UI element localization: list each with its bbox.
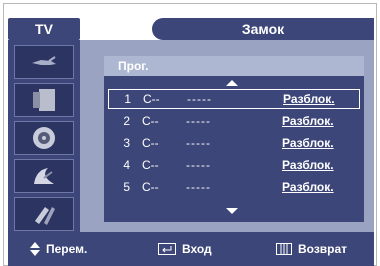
scroll-down-arrow-icon[interactable] (226, 208, 238, 214)
channel-row[interactable]: 3 C-- ----- Разблок. (108, 133, 360, 153)
move-hint-label: Перем. (46, 242, 88, 256)
sidebar (8, 40, 80, 232)
row-name: ----- (186, 180, 211, 194)
channel-row[interactable]: 4 C-- ----- Разблок. (108, 155, 360, 175)
channel-row[interactable]: 1 C-- ----- Разблок. (108, 89, 360, 109)
row-lock-status[interactable]: Разблок. (282, 136, 334, 150)
row-name: ----- (187, 92, 212, 106)
sidebar-item-picture[interactable] (14, 83, 74, 117)
row-number: 2 (123, 114, 130, 128)
channel-row[interactable]: 2 C-- ----- Разблок. (108, 111, 360, 131)
menu-body: Прог. 1 C-- ----- Разблок. 2 C-- ----- Р… (8, 40, 374, 232)
channel-list: 1 C-- ----- Разблок. 2 C-- ----- Разблок… (104, 76, 364, 222)
row-lock-status[interactable]: Разблок. (282, 158, 334, 172)
scroll-up-arrow-icon[interactable] (226, 80, 238, 86)
panel-header: Прог. (104, 56, 364, 76)
row-channel: C-- (142, 180, 159, 194)
row-lock-status[interactable]: Разблок. (282, 114, 334, 128)
antenna-icon (32, 56, 56, 65)
row-name: ----- (186, 158, 211, 172)
row-channel: C-- (143, 92, 160, 106)
setup-tools-icon (35, 207, 55, 225)
menu-title-label: Замок (241, 21, 285, 37)
row-number: 5 (123, 180, 130, 194)
panel-header-label: Прог. (118, 59, 149, 73)
row-channel: C-- (142, 136, 159, 150)
row-name: ----- (186, 114, 211, 128)
enter-key-icon (158, 243, 176, 255)
speaker-sound-icon (33, 127, 55, 149)
row-number: 1 (124, 92, 131, 106)
tv-picture-icon (33, 89, 55, 111)
content-area: Прог. 1 C-- ----- Разблок. 2 C-- ----- Р… (80, 40, 374, 232)
row-lock-status[interactable]: Разблок. (283, 92, 335, 106)
tv-mode-label: TV (35, 21, 53, 37)
row-name: ----- (186, 136, 211, 150)
channel-row[interactable]: 5 C-- ----- Разблок. (108, 177, 360, 197)
menu-title: Замок (152, 18, 374, 40)
enter-hint-label: Вход (182, 242, 212, 256)
return-key-icon (276, 243, 292, 255)
sidebar-item-sound[interactable] (14, 121, 74, 155)
row-number: 3 (123, 136, 130, 150)
row-lock-status[interactable]: Разблок. (282, 180, 334, 194)
sidebar-item-setup[interactable] (14, 197, 74, 231)
return-hint-label: Возврат (298, 242, 348, 256)
enter-hint: Вход (158, 232, 212, 266)
sidebar-item-input[interactable] (14, 45, 74, 79)
move-hint: Перем. (30, 232, 87, 266)
sidebar-item-channel[interactable] (14, 159, 74, 193)
return-hint: Возврат (276, 232, 347, 266)
tv-mode-tab[interactable]: TV (8, 18, 80, 40)
tv-osd-screen: TV Замок Прог. 1 C-- ----- Разблок. 2 C-… (0, 0, 380, 266)
row-number: 4 (123, 158, 130, 172)
up-down-arrows-icon (30, 242, 40, 256)
bottom-help-bar: Перем. Вход Возврат (8, 232, 374, 266)
row-channel: C-- (142, 158, 159, 172)
row-channel: C-- (142, 114, 159, 128)
lock-panel: Прог. 1 C-- ----- Разблок. 2 C-- ----- Р… (104, 56, 364, 222)
satellite-dish-icon (34, 168, 54, 184)
